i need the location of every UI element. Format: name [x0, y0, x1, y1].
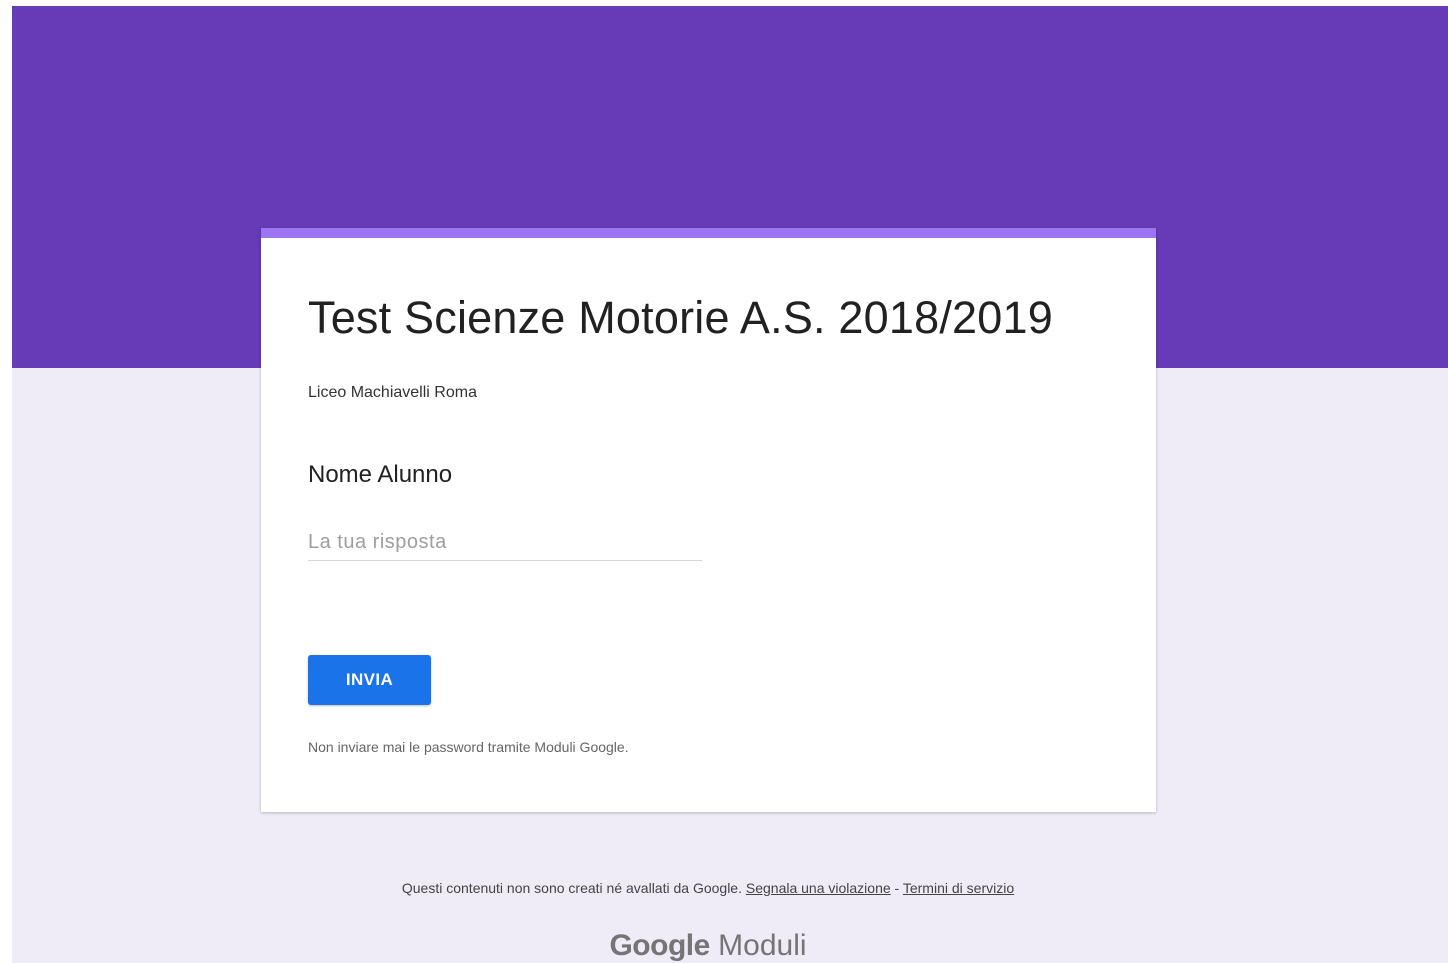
footer-disclaimer-text: Questi contenuti non sono creati né aval…: [401, 880, 742, 896]
question-title: Nome Alunno: [308, 461, 453, 488]
submit-button[interactable]: INVIA: [308, 655, 431, 705]
form-card: Test Scienze Motorie A.S. 2018/2019 Lice…: [261, 228, 1156, 812]
report-abuse-link[interactable]: Segnala una violazione: [746, 880, 891, 896]
form-description: Liceo Machiavelli Roma: [308, 384, 477, 401]
card-accent-bar: [261, 228, 1156, 238]
brand-google-text: Google: [609, 929, 710, 962]
footer-separator: -: [890, 880, 903, 896]
footer-disclaimer: Questi contenuti non sono creati né aval…: [12, 879, 1404, 897]
google-forms-logo[interactable]: Google Moduli: [12, 928, 1404, 963]
terms-of-service-link[interactable]: Termini di servizio: [903, 880, 1014, 896]
password-warning: Non inviare mai le password tramite Modu…: [308, 739, 629, 755]
brand-product-text: Moduli: [718, 929, 807, 962]
form-title: Test Scienze Motorie A.S. 2018/2019: [308, 292, 1053, 343]
page-background: Test Scienze Motorie A.S. 2018/2019 Lice…: [12, 6, 1448, 963]
answer-input[interactable]: [308, 525, 702, 561]
